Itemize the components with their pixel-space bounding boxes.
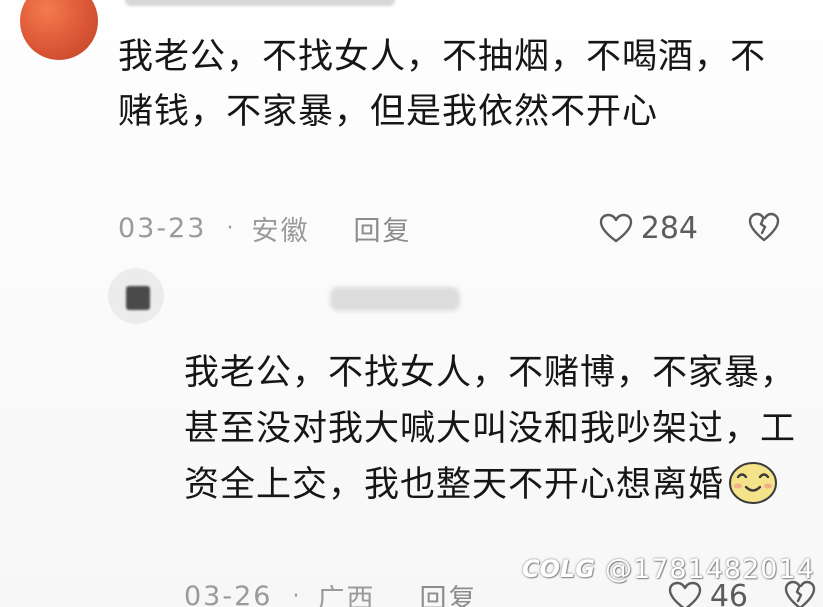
like-count: 284 [640, 210, 698, 246]
watermark-handle: @1781482014 [605, 553, 815, 585]
comment-section: 我老公，不找女人，不抽烟，不喝酒，不赌钱，不家暴，但是我依然不开心 03-23 … [0, 0, 823, 607]
smiling-face-emoji [728, 459, 778, 505]
watermark: COLG @1781482014 [522, 551, 815, 587]
comment-meta: 03-23 · 安徽 回复 284 [118, 208, 808, 248]
watermark-logo: COLG [522, 555, 596, 583]
reply-button[interactable]: 回复 [353, 209, 411, 248]
comment-time: 03-26 [184, 580, 273, 607]
comment-location: 安徽 [251, 215, 310, 247]
broken-heart-icon [748, 212, 780, 242]
heart-outline-icon [599, 213, 632, 243]
avatar[interactable] [108, 268, 164, 324]
username-blurred[interactable] [125, 0, 395, 6]
avatar[interactable] [20, 0, 98, 60]
comment-text-body: 我老公，不找女人，不赌博，不家暴，甚至没对我大喊大叫没和我吵架过，工资全上交，我… [184, 353, 797, 505]
username-blurred[interactable] [330, 287, 460, 311]
reply-button[interactable]: 回复 [419, 577, 477, 607]
dislike-button[interactable] [748, 212, 780, 249]
separator-dot: · [292, 583, 300, 607]
separator-dot: · [226, 215, 234, 241]
comment-text: 我老公，不找女人，不赌博，不家暴，甚至没对我大喊大叫没和我吵架过，工资全上交，我… [184, 345, 804, 513]
comment-text: 我老公，不找女人，不抽烟，不喝酒，不赌钱，不家暴，但是我依然不开心 [118, 37, 767, 132]
comment-time: 03-23 [118, 212, 207, 244]
comment-location: 广西 [317, 583, 376, 607]
like-button[interactable]: 284 [599, 208, 698, 248]
